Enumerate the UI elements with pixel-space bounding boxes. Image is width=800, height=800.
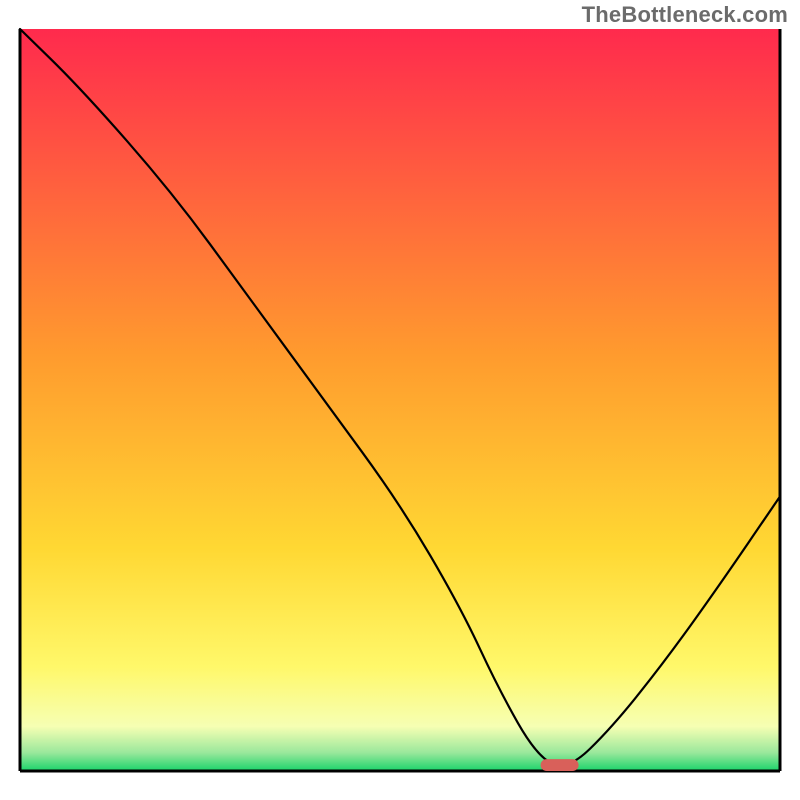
optimal-marker bbox=[541, 759, 579, 771]
bottleneck-chart bbox=[0, 0, 800, 800]
chart-container: TheBottleneck.com bbox=[0, 0, 800, 800]
